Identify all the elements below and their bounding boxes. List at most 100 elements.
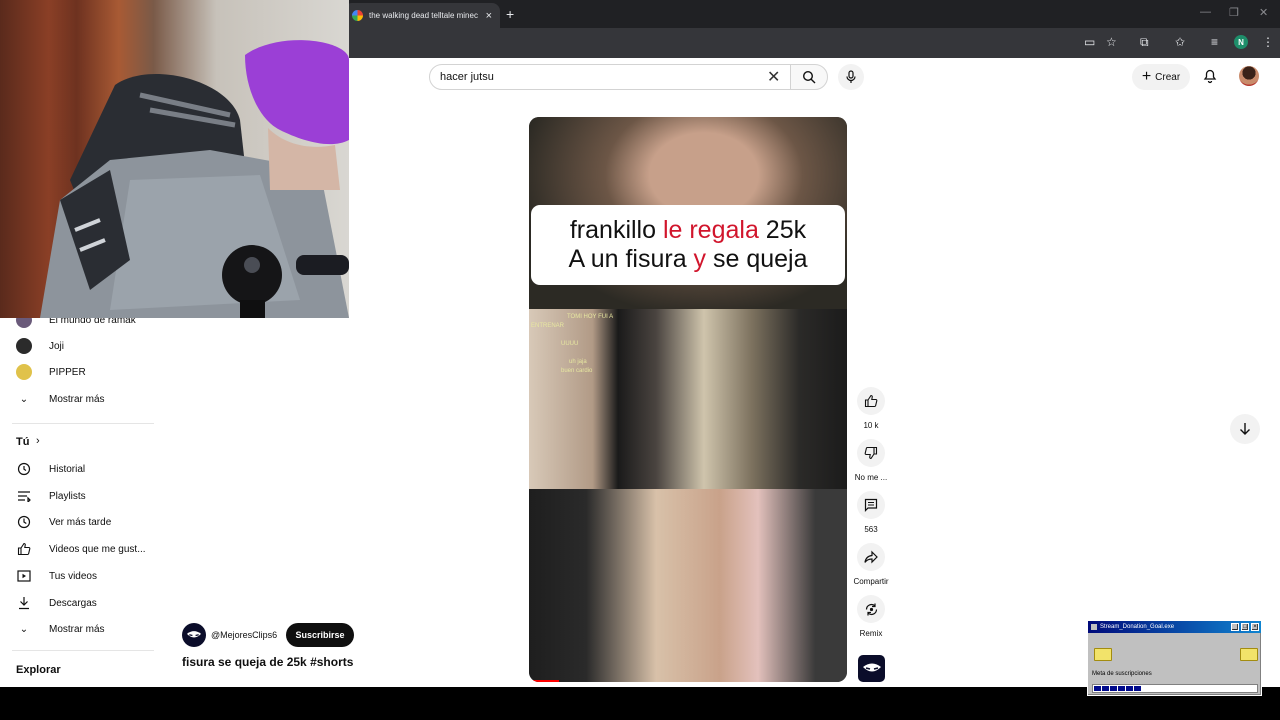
goal-progress-bar	[1092, 684, 1258, 693]
sidebar-subscription-joji[interactable]: Joji	[16, 336, 64, 356]
sidebar-item-label: Videos que me gust...	[49, 543, 146, 555]
caption-text: se queja	[706, 245, 808, 273]
menu-kebab-icon[interactable]: ⋮	[1262, 35, 1274, 49]
google-favicon-icon	[352, 10, 363, 21]
search-input[interactable]: hacer jutsu	[429, 64, 791, 90]
sidebar-divider	[12, 650, 154, 651]
microphone-icon	[846, 70, 856, 83]
chevron-down-icon: ⌄	[19, 623, 29, 635]
stream-chat-overlay: TOMI HOY FUI A ENTRENAR UUUU uh jaja bue…	[531, 313, 613, 376]
channel-logo-icon	[186, 630, 202, 637]
plus-icon: +	[1141, 68, 1152, 85]
create-button[interactable]: + Crear	[1132, 64, 1190, 90]
channel-handle[interactable]: @MejoresClips6	[211, 630, 277, 640]
caption-text: 25k	[758, 216, 807, 244]
video-progress-bar[interactable]	[529, 680, 559, 682]
goal-progress-block	[1134, 686, 1141, 691]
sidebar-item-label: PIPPER	[49, 366, 86, 378]
sidebar-item-label: Historial	[49, 463, 86, 475]
caption-text-highlight: le regala	[662, 216, 759, 244]
search-icon	[802, 70, 816, 84]
sidebar-item-label: Playlists	[49, 490, 86, 502]
remix-icon	[865, 603, 877, 615]
donation-goal-window: Stream_Donation_Goal.exe _ □ × Meta de s…	[1087, 620, 1262, 696]
sidebar-item-watch-later[interactable]: Ver más tarde	[16, 512, 111, 532]
channel-avatar	[16, 338, 32, 354]
maximize-icon: □	[1241, 623, 1249, 631]
video-icon	[16, 568, 32, 584]
chat-line: uh jaja	[569, 359, 587, 365]
folder-icon	[1240, 648, 1258, 661]
comments-button[interactable]: 563	[857, 491, 885, 534]
create-label: Crear	[1155, 71, 1181, 83]
bookmark-star-icon[interactable]: ☆	[1106, 35, 1117, 49]
window-close-icon[interactable]: ✕	[1259, 6, 1268, 19]
chat-line: ENTRENAR	[531, 323, 565, 329]
comment-count: 563	[864, 525, 878, 534]
media-controls-icon[interactable]: ≡	[1211, 35, 1218, 49]
sidebar-you-heading[interactable]: Tú	[16, 436, 29, 448]
next-short-button[interactable]	[1230, 414, 1260, 444]
sidebar-item-history[interactable]: Historial	[16, 459, 85, 479]
close-tab-icon[interactable]: ×	[486, 10, 492, 22]
remix-button[interactable]: Remix	[857, 595, 885, 638]
goal-progress-block	[1102, 686, 1109, 691]
short-video-player[interactable]: frankillo le regala 25k A un fisura y se…	[529, 117, 847, 682]
cast-icon[interactable]: ▭	[1084, 35, 1095, 49]
restore-icon[interactable]: ❐	[1229, 6, 1239, 19]
sidebar-item-downloads[interactable]: Descargas	[16, 593, 97, 613]
history-icon	[16, 461, 32, 477]
webcam-overlay	[0, 0, 349, 318]
clear-search-icon[interactable]: ✕	[767, 67, 780, 87]
thumbs-up-icon	[864, 394, 878, 408]
goal-window-titlebar: Stream_Donation_Goal.exe _ □ ×	[1088, 621, 1261, 633]
window-icon	[1091, 624, 1097, 630]
sidebar-item-your-videos[interactable]: Tus videos	[16, 566, 97, 586]
share-button[interactable]: Compartir	[853, 543, 889, 586]
subscribe-button[interactable]: Suscribirse	[286, 623, 354, 647]
browser-tab[interactable]: the walking dead telltale minec ×	[344, 3, 500, 28]
like-button[interactable]: 10 k	[857, 387, 885, 430]
caption-text: frankillo	[569, 216, 663, 244]
channel-thumbnail[interactable]	[858, 655, 885, 682]
sidebar-explore-heading: Explorar	[16, 664, 61, 676]
sidebar-subscription-pipper[interactable]: PIPPER	[16, 362, 86, 382]
sidebar-item-label: Tus videos	[49, 570, 97, 582]
account-avatar[interactable]	[1239, 66, 1259, 86]
reading-star-icon[interactable]: ✩	[1175, 35, 1185, 49]
channel-avatar[interactable]	[182, 623, 206, 647]
voice-search-button[interactable]	[838, 64, 864, 90]
sidebar-show-more-subscriptions[interactable]: ⌄ Mostrar más	[16, 389, 105, 409]
goal-progress-block	[1118, 686, 1125, 691]
profile-avatar[interactable]: N	[1234, 35, 1248, 49]
short-title: fisura se queja de 25k #shorts	[182, 655, 354, 669]
sidebar-item-playlists[interactable]: Playlists	[16, 486, 86, 506]
sidebar-item-label: Mostrar más	[49, 393, 105, 405]
tab-title: the walking dead telltale minec	[369, 11, 478, 20]
chevron-right-icon[interactable]: ›	[36, 435, 40, 447]
extensions-icon[interactable]: ⧉	[1140, 35, 1149, 50]
comment-icon	[864, 498, 878, 512]
playlist-icon	[16, 488, 32, 504]
sidebar-item-liked-videos[interactable]: Videos que me gust...	[16, 539, 146, 559]
minimize-icon: _	[1231, 623, 1239, 631]
chat-line: TOMI HOY FUI A	[567, 314, 614, 320]
search-query: hacer jutsu	[440, 71, 494, 83]
minimize-icon[interactable]: —	[1200, 6, 1211, 18]
goal-window-title: Stream_Donation_Goal.exe	[1100, 624, 1175, 630]
new-tab-icon[interactable]: +	[506, 6, 514, 22]
sidebar-item-label: Mostrar más	[49, 623, 105, 635]
remix-label: Remix	[859, 629, 883, 638]
dislike-label: No me ...	[854, 473, 888, 482]
goal-progress-block	[1094, 686, 1101, 691]
like-count: 10 k	[863, 421, 879, 430]
dislike-button[interactable]: No me ...	[855, 439, 887, 482]
thumbs-up-icon	[16, 541, 32, 557]
caption-text-highlight: y	[693, 245, 707, 273]
sidebar-show-more-you[interactable]: ⌄ Mostrar más	[16, 619, 105, 639]
screen: the walking dead telltale minec × + — ❐ …	[0, 0, 1280, 720]
channel-avatar	[16, 364, 32, 380]
search-button[interactable]	[790, 64, 828, 90]
goal-progress-block	[1110, 686, 1117, 691]
notifications-bell-icon[interactable]	[1202, 67, 1218, 84]
